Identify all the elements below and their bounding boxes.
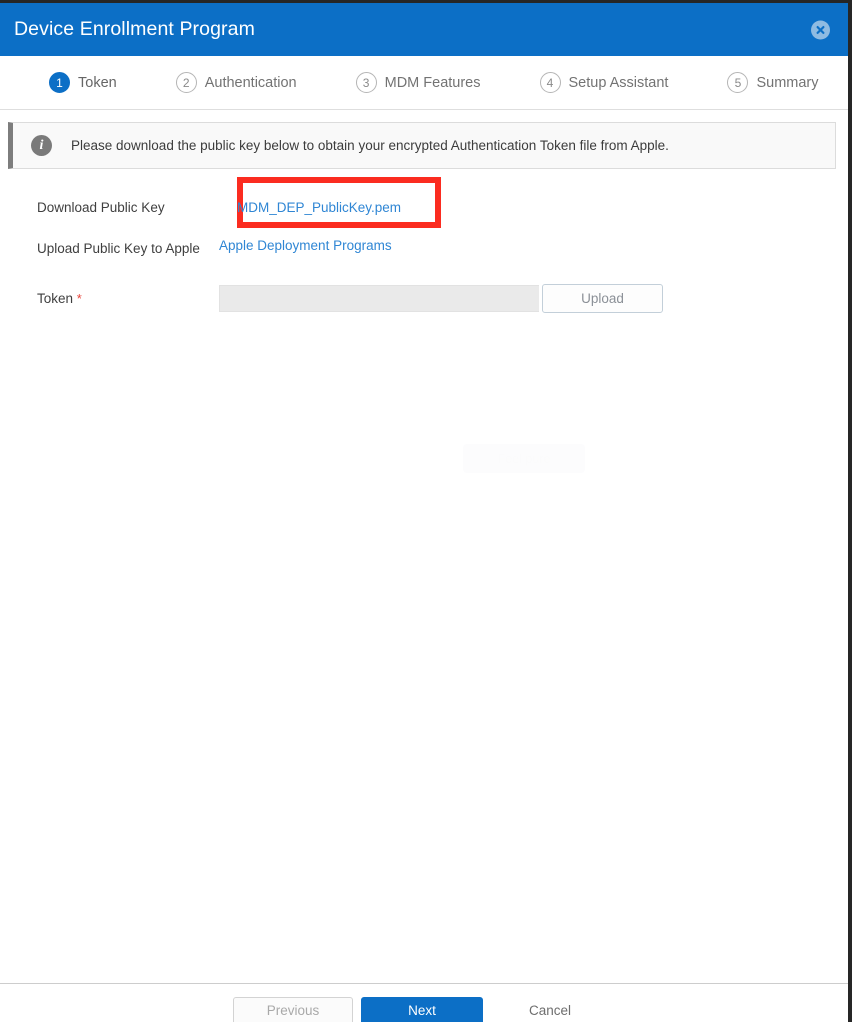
wizard-content: i Please download the public key below t… <box>0 122 848 1022</box>
cancel-button[interactable]: Cancel <box>529 997 571 1022</box>
page-title: Device Enrollment Program <box>14 17 255 40</box>
step-number-badge: 3 <box>355 72 377 93</box>
form-value-upload-public-key: Apple Deployment Programs <box>219 236 848 255</box>
token-form: Download Public Key MDM_DEP_PublicKey.pe… <box>0 169 848 313</box>
step-label: Authentication <box>204 74 297 91</box>
step-label: MDM Features <box>384 74 481 91</box>
step-label: Token <box>78 74 117 91</box>
required-asterisk: * <box>76 291 82 306</box>
token-file-input[interactable] <box>219 285 539 312</box>
step-authentication[interactable]: 2 Authentication <box>175 72 297 93</box>
form-label-download-public-key: Download Public Key <box>37 200 165 215</box>
next-button[interactable]: Next <box>361 996 483 1022</box>
form-row-download-public-key: Download Public Key MDM_DEP_PublicKey.pe… <box>37 177 848 228</box>
apple-deployment-programs-link[interactable]: Apple Deployment Programs <box>219 238 392 253</box>
step-label: Summary <box>756 74 819 91</box>
info-icon: i <box>31 135 52 156</box>
step-number-badge: 5 <box>727 72 749 93</box>
step-token[interactable]: 1 Token <box>49 72 117 93</box>
form-label-upload-public-key: Upload Public Key to Apple <box>37 241 200 256</box>
download-public-key-link[interactable]: MDM_DEP_PublicKey.pem <box>237 200 401 215</box>
wizard-step-bar: 1 Token 2 Authentication 3 MDM Features … <box>0 56 848 110</box>
step-number-badge: 4 <box>539 72 561 93</box>
fading-tooltip: Feel pure <box>463 444 585 473</box>
step-setup-assistant[interactable]: 4 Setup Assistant <box>539 72 669 93</box>
form-value-token: Upload <box>219 284 848 313</box>
step-number-badge: 1 <box>49 72 70 93</box>
form-row-token: Token * Upload <box>37 284 848 313</box>
close-icon[interactable] <box>811 20 830 39</box>
previous-button[interactable]: Previous <box>233 996 353 1022</box>
form-value-download-public-key: MDM_DEP_PublicKey.pem <box>219 195 848 215</box>
form-label-token-text: Token <box>37 291 74 306</box>
form-row-upload-public-key: Upload Public Key to Apple Apple Deploym… <box>37 236 848 258</box>
upload-button[interactable]: Upload <box>542 284 663 313</box>
title-bar: Device Enrollment Program <box>0 3 848 56</box>
form-label-token: Token * <box>37 289 219 308</box>
step-label: Setup Assistant <box>568 74 669 91</box>
info-banner: i Please download the public key below t… <box>8 122 836 169</box>
step-number-badge: 2 <box>175 72 197 93</box>
step-summary[interactable]: 5 Summary <box>727 72 819 93</box>
wizard-footer: Previous Next Cancel <box>0 983 848 1022</box>
info-banner-text: Please download the public key below to … <box>71 138 669 153</box>
dep-wizard-window: Device Enrollment Program 1 Token 2 Auth… <box>0 0 852 1022</box>
step-mdm-features[interactable]: 3 MDM Features <box>355 72 481 93</box>
